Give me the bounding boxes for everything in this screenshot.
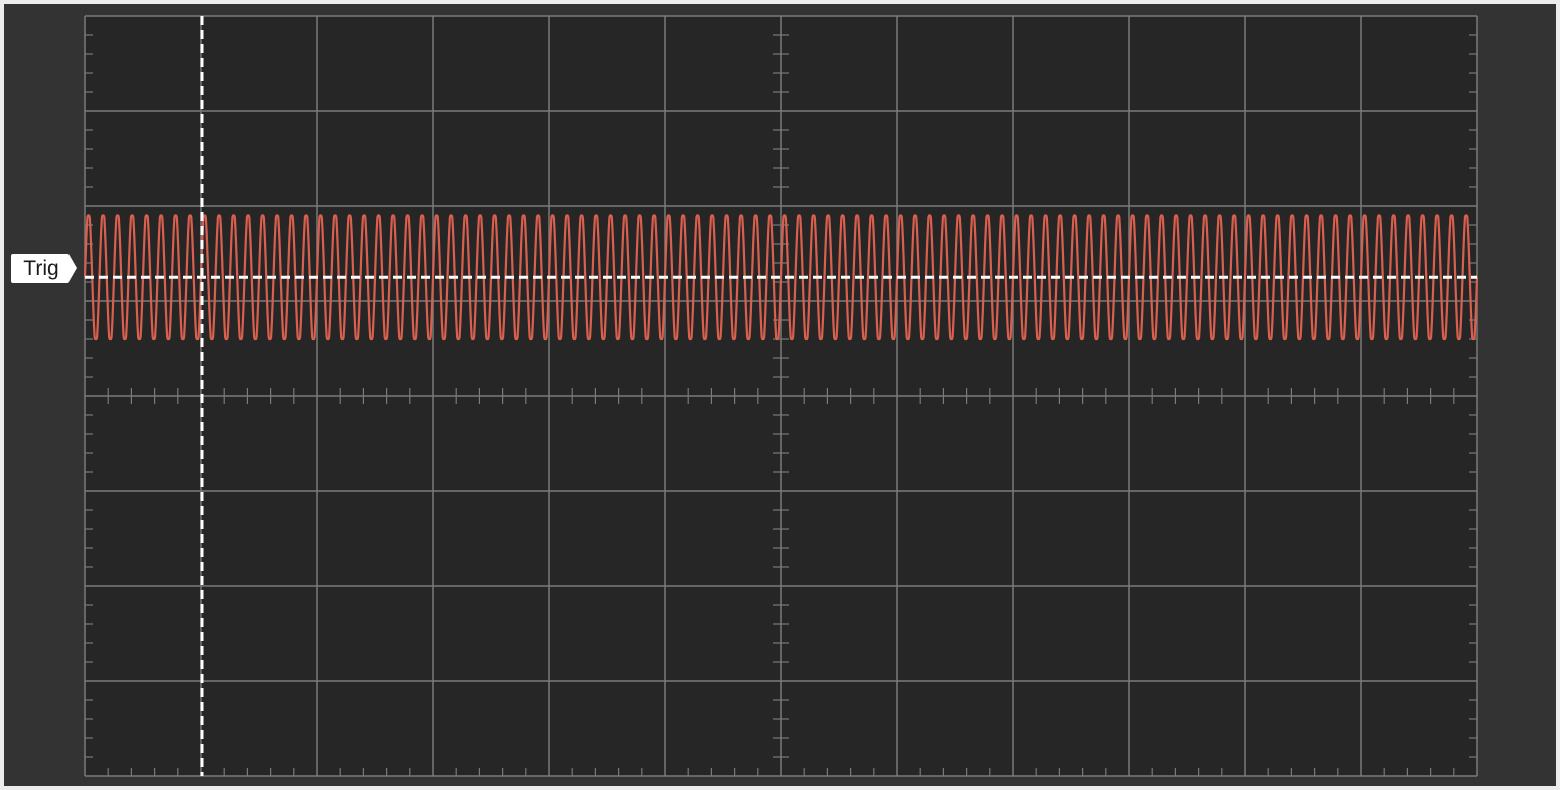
- trigger-level-marker[interactable]: Trig: [11, 254, 77, 283]
- oscilloscope-display[interactable]: [0, 0, 1560, 790]
- trigger-label: Trig: [23, 257, 59, 280]
